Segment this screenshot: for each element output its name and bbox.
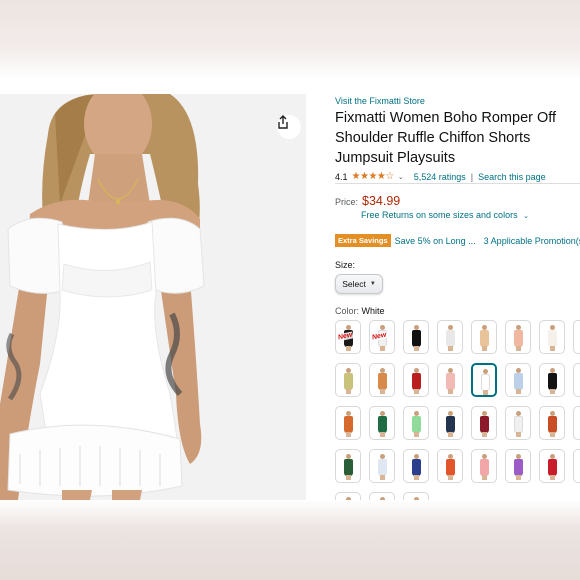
color-swatch[interactable] [539, 406, 565, 440]
share-button[interactable] [277, 115, 301, 139]
color-swatch[interactable] [335, 406, 361, 440]
color-swatch[interactable] [573, 320, 580, 354]
color-label: Color: White [335, 306, 385, 316]
swatch-thumbnail [378, 454, 387, 480]
color-swatch[interactable] [471, 406, 497, 440]
blurred-background-bottom [0, 500, 580, 580]
chevron-down-icon: ⌄ [523, 213, 529, 220]
swatch-thumbnail [481, 369, 490, 395]
color-swatch[interactable] [471, 320, 497, 354]
swatch-thumbnail [548, 454, 557, 480]
color-swatch[interactable] [539, 320, 565, 354]
color-swatch[interactable] [369, 449, 395, 483]
swatch-thumbnail [480, 411, 489, 437]
product-image[interactable] [0, 94, 306, 500]
extra-savings-badge: Extra Savings [335, 234, 391, 247]
swatch-thumbnail [446, 454, 455, 480]
color-swatch[interactable] [471, 449, 497, 483]
color-swatch[interactable] [335, 449, 361, 483]
color-swatch[interactable] [505, 406, 531, 440]
blurred-background-top [0, 0, 580, 80]
free-returns-link[interactable]: Free Returns on some sizes and colors ⌄ [361, 210, 529, 220]
color-swatch[interactable] [335, 363, 361, 397]
star-rating-icon[interactable]: ★★★★☆ [352, 171, 395, 182]
swatch-thumbnail [344, 368, 353, 394]
store-link[interactable]: Visit the Fixmatti Store [335, 96, 425, 106]
color-swatch[interactable] [369, 406, 395, 440]
price-label: Price: [335, 197, 359, 207]
color-swatch[interactable]: New [335, 320, 361, 354]
color-swatch[interactable] [505, 449, 531, 483]
swatch-thumbnail [412, 454, 421, 480]
price-row: Price: $34.99 [335, 194, 400, 208]
color-swatch[interactable] [369, 492, 395, 500]
product-page: Visit the Fixmatti Store Fixmatti Women … [0, 80, 580, 500]
title-line-3: Jumpsuit Playsuits [335, 150, 456, 166]
product-title: Fixmatti Women Boho Romper Off Shoulder … [335, 108, 580, 168]
color-swatch[interactable] [573, 406, 580, 440]
share-icon [278, 115, 288, 129]
color-swatch[interactable] [437, 406, 463, 440]
color-swatch[interactable] [335, 492, 361, 500]
title-line-1: Fixmatti Women Boho Romper Off [335, 110, 557, 126]
swatch-thumbnail [514, 454, 523, 480]
swatch-thumbnail [514, 325, 523, 351]
swatch-thumbnail [446, 325, 455, 351]
rating-separator: | [470, 171, 474, 182]
promotions-link[interactable]: 3 Applicable Promotion(s) [484, 236, 580, 246]
swatch-thumbnail [548, 325, 557, 351]
color-swatch[interactable] [505, 363, 531, 397]
color-swatch[interactable] [437, 363, 463, 397]
swatch-thumbnail [412, 368, 421, 394]
color-swatch[interactable] [539, 363, 565, 397]
chevron-down-icon[interactable]: ⌄ [398, 173, 404, 181]
color-swatch[interactable] [403, 449, 429, 483]
color-swatch[interactable] [403, 406, 429, 440]
search-this-page-link[interactable]: Search this page [478, 172, 546, 182]
color-swatch[interactable] [437, 449, 463, 483]
savings-link[interactable]: Save 5% on Long ... [395, 236, 476, 246]
color-swatch[interactable] [471, 363, 497, 397]
color-swatch[interactable] [437, 320, 463, 354]
color-swatch[interactable] [403, 320, 429, 354]
color-swatch[interactable]: New [369, 320, 395, 354]
size-select[interactable]: Select ▼ [335, 274, 383, 294]
swatch-thumbnail [344, 454, 353, 480]
swatch-thumbnail [344, 411, 353, 437]
rating-value: 4.1 [335, 171, 348, 182]
swatch-thumbnail [480, 325, 489, 351]
swatch-thumbnail [480, 454, 489, 480]
color-swatch[interactable] [369, 363, 395, 397]
ratings-count-link[interactable]: 5,524 ratings [414, 172, 466, 182]
swatch-thumbnail [446, 411, 455, 437]
savings-row: Extra Savings Save 5% on Long ... 3 Appl… [335, 234, 580, 247]
swatch-thumbnail [378, 411, 387, 437]
free-returns-text: Free Returns on some sizes and colors [361, 210, 518, 220]
model-photo [0, 94, 306, 500]
swatch-thumbnail [378, 368, 387, 394]
swatch-thumbnail [412, 411, 421, 437]
color-label-text: Color: [335, 306, 360, 316]
color-selected-value: White [361, 306, 385, 316]
swatch-thumbnail [412, 325, 421, 351]
color-swatch[interactable] [403, 492, 429, 500]
title-line-2: Shoulder Ruffle Chiffon Shorts [335, 130, 531, 146]
swatch-thumbnail [548, 411, 557, 437]
color-swatch[interactable] [573, 449, 580, 483]
swatch-thumbnail [514, 368, 523, 394]
price-value: $34.99 [362, 194, 401, 208]
color-swatch[interactable] [539, 449, 565, 483]
size-select-value: Select [342, 279, 366, 289]
swatch-thumbnail [514, 411, 523, 437]
color-swatch[interactable] [403, 363, 429, 397]
color-swatch[interactable] [573, 363, 580, 397]
divider [335, 183, 580, 184]
color-swatch[interactable] [505, 320, 531, 354]
rating-row: 4.1 ★★★★☆ ⌄ 5,524 ratings | Search this … [335, 171, 546, 182]
swatch-thumbnail [548, 368, 557, 394]
dropdown-arrow-icon: ▼ [369, 281, 376, 287]
size-label: Size: [335, 260, 356, 270]
swatch-thumbnail [446, 368, 455, 394]
